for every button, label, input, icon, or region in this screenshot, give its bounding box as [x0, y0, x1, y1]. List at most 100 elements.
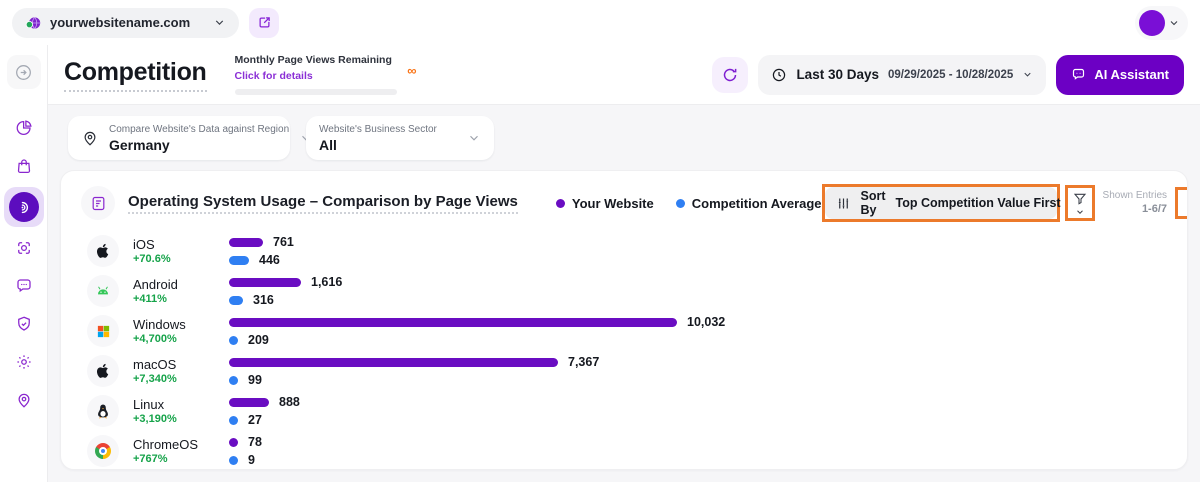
bar-value: 27	[248, 413, 262, 427]
refresh-button[interactable]	[712, 57, 748, 93]
shopping-bag-icon	[15, 157, 33, 175]
chevron-down-icon	[1075, 207, 1085, 217]
chart-row-chromeos: ChromeOS+767%789	[81, 431, 1167, 470]
date-range-label: Last 30 Days	[796, 67, 879, 82]
chart-rows: iOS+70.6%761446Android+411%1,616316Windo…	[81, 231, 1167, 470]
content-area: Competition Monthly Page Views Remaining…	[48, 45, 1200, 482]
bar-value: 7,367	[568, 355, 599, 369]
avatar	[1139, 10, 1165, 36]
chevron-down-icon	[1168, 17, 1180, 29]
chart-card: Operating System Usage – Comparison by P…	[60, 170, 1188, 470]
sector-filter-label: Website's Business Sector	[319, 124, 437, 135]
os-delta-badge: +3,190%	[133, 413, 229, 425]
website-name: yourwebsitename.com	[50, 15, 190, 30]
chevron-down-icon	[213, 16, 226, 29]
chart-row-windows: Windows+4,700% 10,032 209	[81, 311, 1167, 351]
quota-progress-bar	[235, 89, 397, 95]
user-menu[interactable]	[1135, 6, 1188, 40]
funnel-icon	[1072, 191, 1088, 207]
report-icon	[81, 186, 115, 220]
annotation-box-sort: Sort By Top Competition Value First	[822, 184, 1060, 222]
bar-your-website	[229, 318, 677, 327]
bar-your-website	[229, 278, 301, 287]
bar-your-website	[229, 398, 269, 407]
os-name: Android	[133, 277, 229, 292]
sidebar-item-feedback[interactable]	[4, 267, 44, 305]
chat-icon	[1071, 67, 1086, 82]
pie-chart-icon	[15, 119, 33, 137]
legend-competition-average: Competition Average	[676, 196, 822, 211]
sector-filter-value: All	[319, 137, 437, 153]
sort-by-value: Top Competition Value First	[896, 196, 1061, 210]
open-website-button[interactable]	[249, 8, 279, 38]
chat-icon	[15, 277, 33, 295]
sort-by-label: Sort By	[861, 189, 886, 217]
page-header: Competition Monthly Page Views Remaining…	[48, 45, 1200, 105]
os-name: Linux	[133, 397, 229, 412]
chart-row-android: Android+411%1,616316	[81, 271, 1167, 311]
bar-value: 10,032	[687, 315, 725, 329]
chart-row-linux: Linux+3,190% 888 27	[81, 391, 1167, 431]
sidebar-item-tracking[interactable]	[4, 229, 44, 267]
bar-your-website	[229, 358, 558, 367]
page-title: Competition	[64, 58, 207, 92]
location-pin-icon	[15, 391, 33, 409]
radar-icon	[9, 192, 39, 222]
quota-details-link[interactable]: Click for details	[235, 70, 313, 82]
sidebar-item-competition[interactable]	[4, 187, 44, 227]
bar-value: 888	[279, 395, 300, 409]
apple-icon	[87, 355, 119, 387]
topbar: yourwebsitename.com	[0, 0, 1200, 45]
chart-header: Operating System Usage – Comparison by P…	[81, 184, 1167, 222]
os-delta-badge: +70.6%	[133, 253, 229, 265]
sidebar-item-locations[interactable]	[4, 381, 44, 419]
sector-filter[interactable]: Website's Business Sector All	[306, 116, 494, 160]
clock-icon	[771, 67, 787, 83]
external-link-icon	[257, 15, 272, 30]
sort-by-control[interactable]: Sort By Top Competition Value First	[825, 187, 1057, 219]
bar-your-website	[229, 238, 263, 247]
os-delta-badge: +7,340%	[133, 373, 229, 385]
chart-title: Operating System Usage – Comparison by P…	[128, 193, 518, 214]
bar-value: 761	[273, 235, 294, 249]
page-size-select[interactable]: 6	[1178, 190, 1188, 216]
chart-row-ios: iOS+70.6%761446	[81, 231, 1167, 271]
bar-value: 316	[253, 293, 274, 307]
bar-your-website	[229, 438, 238, 447]
ai-assistant-button[interactable]: AI Assistant	[1056, 55, 1184, 95]
bar-competition-average	[229, 336, 238, 345]
os-name: macOS	[133, 357, 229, 372]
location-pin-icon	[81, 129, 99, 147]
date-range-picker[interactable]: Last 30 Days 09/29/2025 - 10/28/2025	[758, 55, 1046, 95]
os-name: Windows	[133, 317, 229, 332]
bar-competition-average	[229, 416, 238, 425]
sidebar	[0, 45, 48, 482]
bar-value: 78	[248, 435, 262, 449]
os-delta-badge: +4,700%	[133, 333, 229, 345]
sidebar-item-ecommerce[interactable]	[4, 147, 44, 185]
bar-competition-average	[229, 296, 243, 305]
website-favicon-icon	[25, 15, 41, 31]
sidebar-collapse-button[interactable]	[7, 55, 41, 89]
region-filter-value: Germany	[109, 137, 289, 153]
bar-competition-average	[229, 256, 249, 265]
bar-value: 9	[248, 453, 255, 467]
region-filter-label: Compare Website's Data against Region	[109, 124, 289, 135]
shown-entries: Shown Entries 1-6/7	[1103, 189, 1167, 216]
website-selector[interactable]: yourwebsitename.com	[12, 8, 239, 38]
legend-dot-blue	[676, 199, 685, 208]
region-filter[interactable]: Compare Website's Data against Region Ge…	[68, 116, 290, 160]
annotation-box-filter	[1065, 185, 1095, 221]
chart-legend: Your Website Competition Average	[556, 196, 822, 211]
date-range-value: 09/29/2025 - 10/28/2025	[888, 69, 1013, 81]
sidebar-item-overview[interactable]	[4, 109, 44, 147]
os-name: iOS	[133, 237, 229, 252]
filter-control[interactable]	[1068, 188, 1092, 218]
bar-competition-average	[229, 376, 238, 385]
bar-value: 209	[248, 333, 269, 347]
chart-row-macos: macOS+7,340%7,36799	[81, 351, 1167, 391]
sidebar-item-security[interactable]	[4, 305, 44, 343]
os-delta-badge: +411%	[133, 293, 229, 305]
sidebar-item-settings[interactable]	[4, 343, 44, 381]
bar-competition-average	[229, 456, 238, 465]
